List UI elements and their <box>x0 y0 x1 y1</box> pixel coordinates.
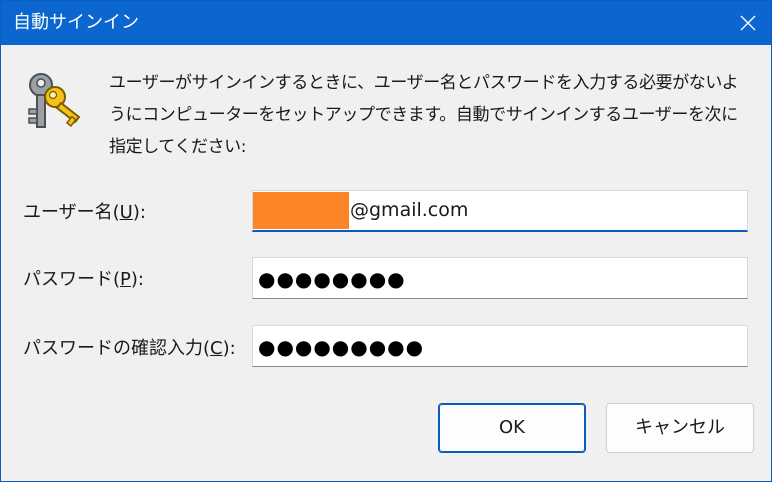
keys-icon <box>28 73 81 128</box>
dialog-body: ユーザーがサインインするときに、ユーザー名とパスワードを入力する必要がないように… <box>1 45 771 481</box>
username-label-suffix: ): <box>132 202 146 223</box>
confirm-password-label-accesskey: C <box>210 338 223 359</box>
confirm-password-label: パスワードの確認入力(C): <box>23 337 236 361</box>
instruction-text: ユーザーがサインインするときに、ユーザー名とパスワードを入力する必要がないように… <box>109 73 739 157</box>
close-button[interactable] <box>725 1 771 45</box>
password-masked-value: ●●●●●●●● <box>258 267 406 291</box>
password-label-suffix: ): <box>130 269 144 290</box>
username-label-accesskey: U <box>119 202 133 223</box>
username-label-prefix: ユーザー名( <box>23 202 120 223</box>
confirm-password-label-suffix: ): <box>222 338 236 359</box>
username-value: @gmail.com <box>350 199 469 221</box>
close-icon <box>740 15 756 31</box>
confirm-password-label-prefix: パスワードの確認入力( <box>23 338 211 359</box>
cancel-button[interactable]: キャンセル <box>606 403 754 453</box>
redaction-block <box>253 192 349 229</box>
password-label: パスワード(P): <box>23 268 144 292</box>
password-label-prefix: パスワード( <box>23 269 121 290</box>
username-label: ユーザー名(U): <box>23 201 146 225</box>
confirm-password-masked-value: ●●●●●●●●● <box>258 335 425 359</box>
auto-signin-dialog: 自動サインイン ユーザーがサインインするときに、ユーザー名とパスワードを入力する… <box>0 0 772 482</box>
ok-button[interactable]: OK <box>438 403 586 453</box>
window-title: 自動サインイン <box>13 12 139 33</box>
confirm-password-field[interactable]: ●●●●●●●●● <box>252 325 748 367</box>
title-bar[interactable]: 自動サインイン <box>1 1 771 45</box>
username-field[interactable]: @gmail.com <box>252 190 748 232</box>
password-field[interactable]: ●●●●●●●● <box>252 257 748 299</box>
password-label-accesskey: P <box>120 269 131 290</box>
